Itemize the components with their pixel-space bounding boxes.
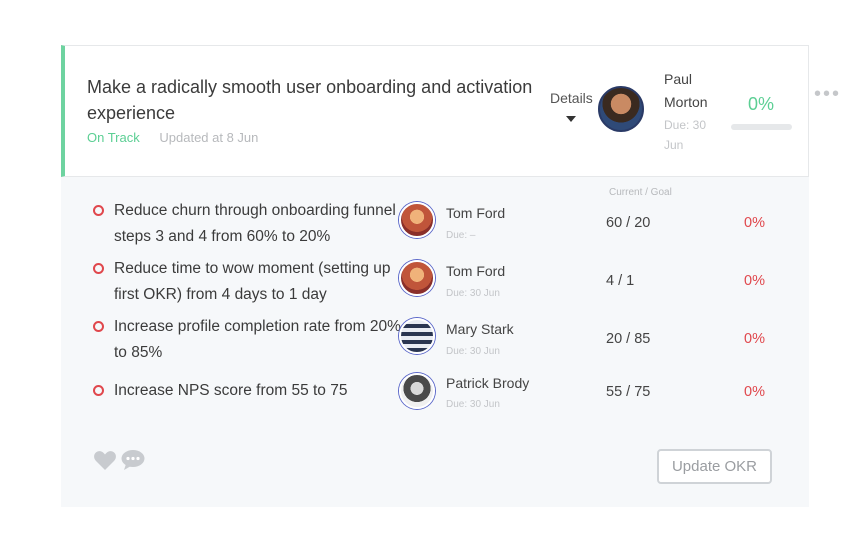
- objective-status-row: On Track Updated at 8 Jun: [87, 130, 258, 145]
- owner-due-date: Due: 30 Jun: [664, 118, 707, 152]
- avatar[interactable]: [399, 373, 435, 409]
- status-label: On Track: [87, 130, 140, 145]
- avatar[interactable]: [399, 202, 435, 238]
- key-result-due: Due: 30 Jun: [446, 399, 500, 410]
- caret-down-icon: [566, 116, 577, 122]
- updated-label: Updated at 8 Jun: [159, 130, 259, 145]
- key-result-progress: 0%: [744, 273, 765, 289]
- key-result-owner: Patrick Brody: [446, 375, 530, 391]
- key-result-current-goal[interactable]: 55 / 75: [606, 384, 650, 400]
- objective-progress-percent: 0%: [748, 94, 775, 114]
- comment-icon[interactable]: [121, 449, 145, 471]
- objective-progress-bar: [731, 124, 792, 130]
- key-result-owner: Mary Stark: [446, 321, 514, 337]
- key-result-current-goal[interactable]: 20 / 85: [606, 331, 650, 347]
- key-result-owner: Tom Ford: [446, 263, 506, 279]
- owner-avatar[interactable]: [598, 86, 644, 132]
- key-result-text[interactable]: Increase NPS score from 55 to 75: [114, 378, 404, 404]
- status-circle-icon: [93, 385, 104, 396]
- details-label: Details: [550, 90, 593, 106]
- owner-name: Paul Morton: [664, 71, 708, 110]
- key-result-due: Due: 30 Jun: [446, 288, 500, 299]
- key-result-progress: 0%: [744, 215, 765, 231]
- status-circle-icon: [93, 263, 104, 274]
- key-result-due: Due: –: [446, 230, 476, 241]
- avatar[interactable]: [399, 318, 435, 354]
- key-result-owner: Tom Ford: [446, 205, 506, 221]
- key-result-text[interactable]: Reduce time to wow moment (setting up fi…: [114, 256, 404, 308]
- key-result-current-goal[interactable]: 60 / 20: [606, 215, 650, 231]
- update-okr-button[interactable]: Update OKR: [657, 449, 772, 484]
- status-circle-icon: [93, 205, 104, 216]
- details-dropdown[interactable]: Details: [550, 90, 593, 122]
- current-goal-header: Current / Goal: [609, 187, 672, 198]
- heart-icon[interactable]: [93, 449, 117, 471]
- key-result-progress: 0%: [744, 384, 765, 400]
- key-result-current-goal[interactable]: 4 / 1: [606, 273, 634, 289]
- status-circle-icon: [93, 321, 104, 332]
- key-result-progress: 0%: [744, 331, 765, 347]
- avatar[interactable]: [399, 260, 435, 296]
- key-result-due: Due: 30 Jun: [446, 346, 500, 357]
- more-options-icon[interactable]: •••: [814, 84, 841, 104]
- objective-title[interactable]: Make a radically smooth user onboarding …: [87, 74, 547, 126]
- key-result-text[interactable]: Increase profile completion rate from 20…: [114, 314, 404, 366]
- key-results-panel: Current / Goal Reduce churn through onbo…: [61, 177, 809, 507]
- objective-card-header: Make a radically smooth user onboarding …: [61, 45, 809, 177]
- key-result-text[interactable]: Reduce churn through onboarding funnel s…: [114, 198, 404, 250]
